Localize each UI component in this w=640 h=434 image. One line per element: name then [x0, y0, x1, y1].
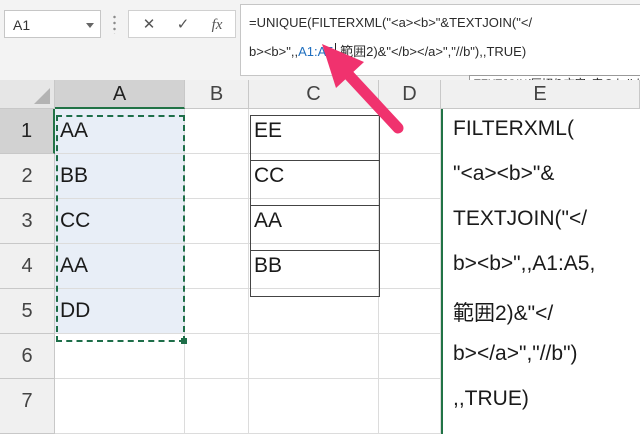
- chevron-down-icon[interactable]: [86, 23, 94, 28]
- formula-bar-area: A1 ✕ ✓ fx =UNIQUE(FILTERXML("<a><b>"&TEX…: [0, 0, 640, 81]
- column-header-a[interactable]: A: [55, 80, 185, 109]
- cell-b2[interactable]: [185, 154, 249, 199]
- cell-c7[interactable]: [249, 379, 379, 434]
- edit-line-1: FILTERXML(: [453, 117, 574, 140]
- check-icon[interactable]: ✓: [171, 14, 195, 36]
- cell-b4[interactable]: [185, 244, 249, 289]
- cell-c6[interactable]: [249, 334, 379, 379]
- cell-a4[interactable]: AA: [55, 244, 185, 289]
- edit-line-7: ,,TRUE): [453, 387, 529, 410]
- column-header-d[interactable]: D: [379, 80, 441, 109]
- row-header-7[interactable]: 7: [0, 379, 55, 434]
- cell-b6[interactable]: [185, 334, 249, 379]
- name-box[interactable]: A1: [4, 10, 101, 38]
- row-header-2[interactable]: 2: [0, 154, 55, 199]
- formula-input[interactable]: =UNIQUE(FILTERXML("<a><b>"&TEXTJOIN("</ …: [240, 4, 640, 76]
- select-all-button[interactable]: [0, 80, 55, 109]
- cell-a7[interactable]: [55, 379, 185, 434]
- select-all-icon: [34, 88, 50, 104]
- cell-a5[interactable]: DD: [55, 289, 185, 334]
- column-header-b[interactable]: B: [185, 80, 249, 109]
- formula-tools: ✕ ✓ fx: [128, 10, 236, 38]
- text-cursor: [334, 43, 336, 59]
- cell-d7[interactable]: [379, 379, 441, 434]
- formula-text: ,範囲2)&"</b></a>","//b"),,TRUE): [336, 44, 527, 59]
- grip-icon: [113, 14, 116, 34]
- cell-c5[interactable]: [249, 289, 379, 334]
- edit-line-2: "<a><b>"&: [453, 162, 555, 185]
- formula-line-1: =UNIQUE(FILTERXML("<a><b>"&TEXTJOIN("</: [249, 15, 533, 30]
- cell-d3[interactable]: [379, 199, 441, 244]
- fill-handle[interactable]: [181, 338, 187, 344]
- cell-c4[interactable]: BB: [249, 244, 379, 289]
- cell-d4[interactable]: [379, 244, 441, 289]
- cell-a2[interactable]: BB: [55, 154, 185, 199]
- close-icon[interactable]: ✕: [137, 14, 161, 36]
- range-reference: A1:A5: [298, 44, 334, 59]
- cell-a3[interactable]: CC: [55, 199, 185, 244]
- cell-d6[interactable]: [379, 334, 441, 379]
- cell-d2[interactable]: [379, 154, 441, 199]
- cell-b3[interactable]: [185, 199, 249, 244]
- edit-line-4: b><b>",,A1:A5,: [453, 252, 596, 275]
- cell-c1[interactable]: EE: [249, 109, 379, 154]
- row-header-1[interactable]: 1: [0, 109, 55, 154]
- row-header-4[interactable]: 4: [0, 244, 55, 289]
- cell-b5[interactable]: [185, 289, 249, 334]
- cell-d1[interactable]: [379, 109, 441, 154]
- formula-line-2: b><b>",,A1:A5 ,範囲2)&"</b></a>","//b"),,TR…: [249, 41, 526, 60]
- editing-cell-e1[interactable]: FILTERXML( "<a><b>"& TEXTJOIN("</ b><b>"…: [441, 109, 640, 434]
- column-header-e[interactable]: E: [441, 80, 640, 109]
- cell-a6[interactable]: [55, 334, 185, 379]
- edit-line-3: TEXTJOIN("</: [453, 207, 588, 230]
- edit-line-6: b></a>","//b"): [453, 342, 578, 365]
- column-header-c[interactable]: C: [249, 80, 379, 109]
- row-header-5[interactable]: 5: [0, 289, 55, 334]
- worksheet-grid: A B C D E 1 2 3 4 5 6 7 AA BB CC AA DD E…: [0, 80, 640, 434]
- row-header-6[interactable]: 6: [0, 334, 55, 379]
- function-icon[interactable]: fx: [205, 14, 229, 36]
- cell-d5[interactable]: [379, 289, 441, 334]
- cell-c2[interactable]: CC: [249, 154, 379, 199]
- cell-b1[interactable]: [185, 109, 249, 154]
- row-header-3[interactable]: 3: [0, 199, 55, 244]
- cell-c3[interactable]: AA: [249, 199, 379, 244]
- cell-b7[interactable]: [185, 379, 249, 434]
- name-box-value: A1: [13, 17, 31, 33]
- formula-text: b><b>",,: [249, 44, 299, 59]
- cell-a1[interactable]: AA: [55, 109, 185, 154]
- edit-line-5: 範囲2)&"</: [453, 302, 554, 325]
